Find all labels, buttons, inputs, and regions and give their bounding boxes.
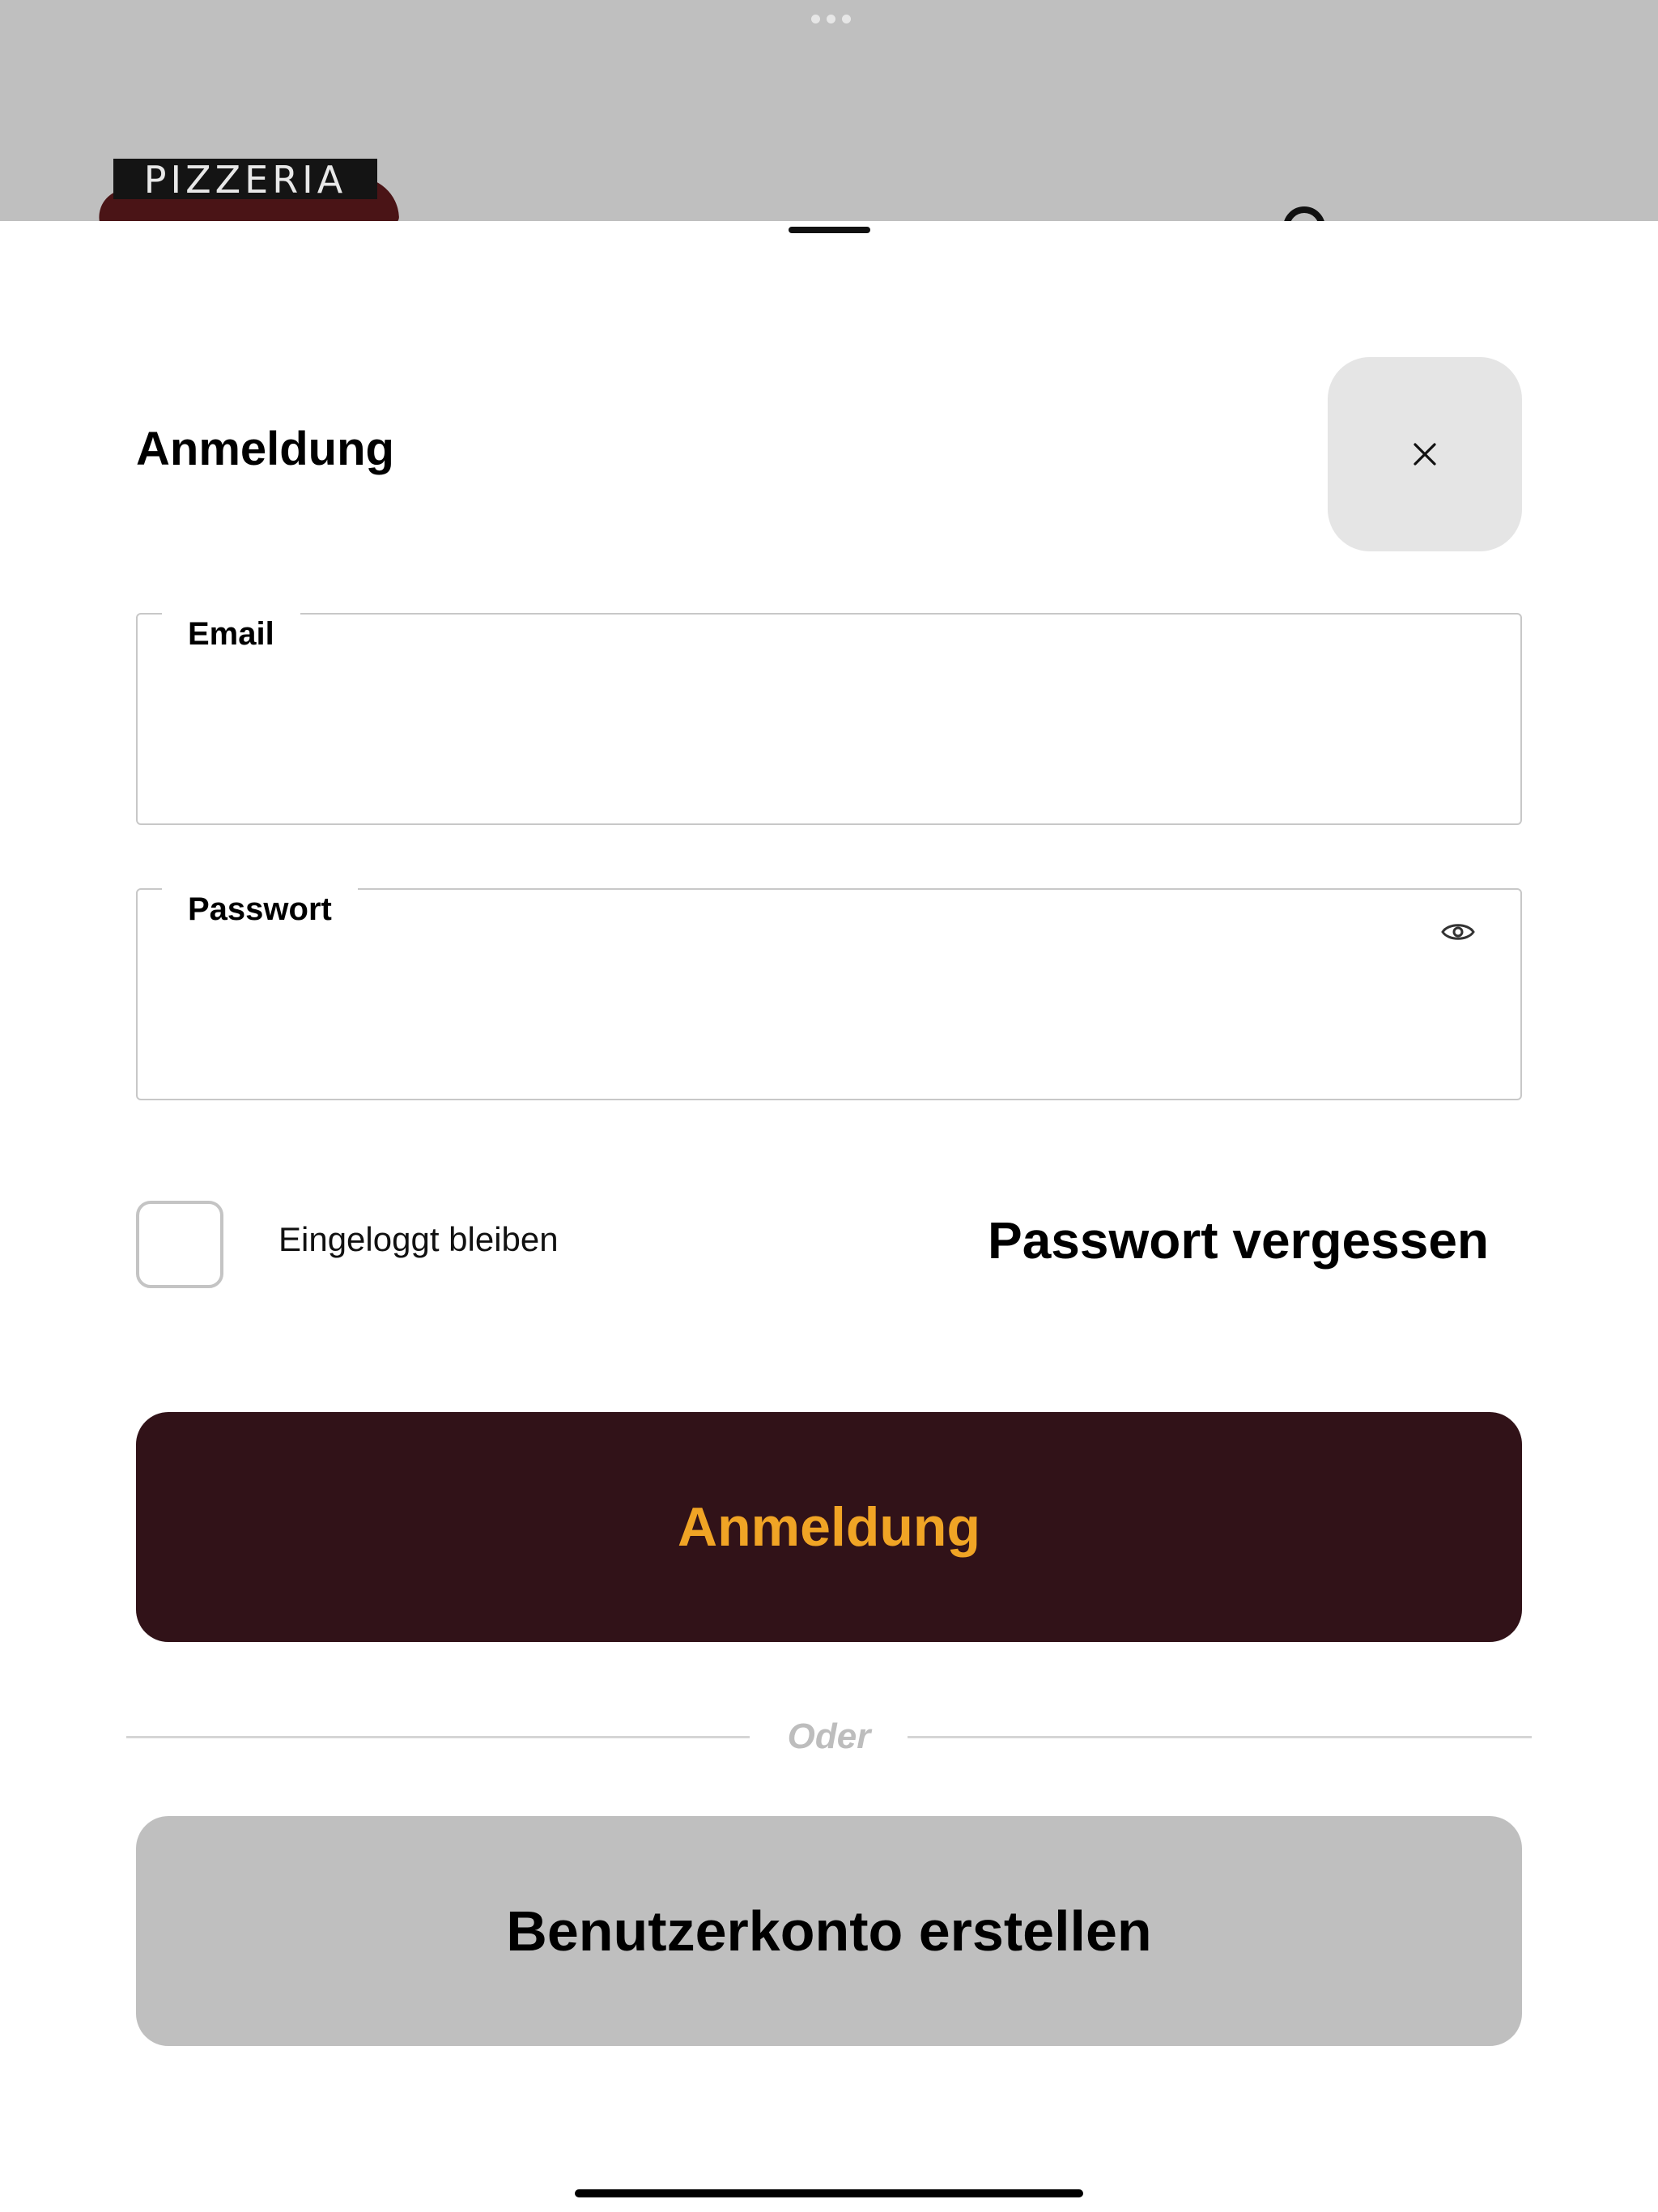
close-icon bbox=[1414, 443, 1436, 466]
home-indicator bbox=[575, 2189, 1083, 2197]
multitasking-dots-icon[interactable] bbox=[811, 15, 851, 23]
login-sheet: Anmeldung Email Passwort Eingeloggt blei… bbox=[0, 221, 1658, 2212]
remember-checkbox[interactable] bbox=[136, 1201, 223, 1288]
email-field[interactable]: Email bbox=[136, 611, 1522, 825]
password-label: Passwort bbox=[162, 887, 358, 932]
sheet-title: Anmeldung bbox=[136, 423, 394, 475]
forgot-password-link[interactable]: Passwort vergessen bbox=[988, 1210, 1489, 1270]
or-divider: Oder bbox=[126, 1712, 1532, 1761]
password-field[interactable]: Passwort bbox=[136, 887, 1522, 1100]
logo-text: PIZZERIA bbox=[113, 159, 377, 201]
remember-label: Eingeloggt bleiben bbox=[278, 1220, 559, 1258]
divider-text: Oder bbox=[787, 1716, 871, 1756]
sheet-grabber[interactable] bbox=[789, 227, 870, 233]
background-page: PIZZERIA bbox=[0, 0, 1658, 221]
close-button[interactable] bbox=[1328, 357, 1522, 551]
create-account-button[interactable]: Benutzerkonto erstellen bbox=[136, 1816, 1522, 2046]
pizzeria-logo: PIZZERIA bbox=[97, 159, 400, 221]
screen: PIZZERIA Anmeldung Email Passwort Eingel… bbox=[0, 0, 1658, 2212]
email-input[interactable] bbox=[189, 704, 1407, 770]
email-label: Email bbox=[162, 611, 300, 657]
remember-me[interactable]: Eingeloggt bleiben bbox=[136, 1201, 559, 1288]
eye-icon bbox=[1441, 924, 1475, 940]
password-input[interactable] bbox=[189, 979, 1407, 1045]
show-password-toggle[interactable] bbox=[1438, 916, 1478, 948]
login-button[interactable]: Anmeldung bbox=[136, 1412, 1522, 1642]
user-icon bbox=[1283, 206, 1325, 221]
